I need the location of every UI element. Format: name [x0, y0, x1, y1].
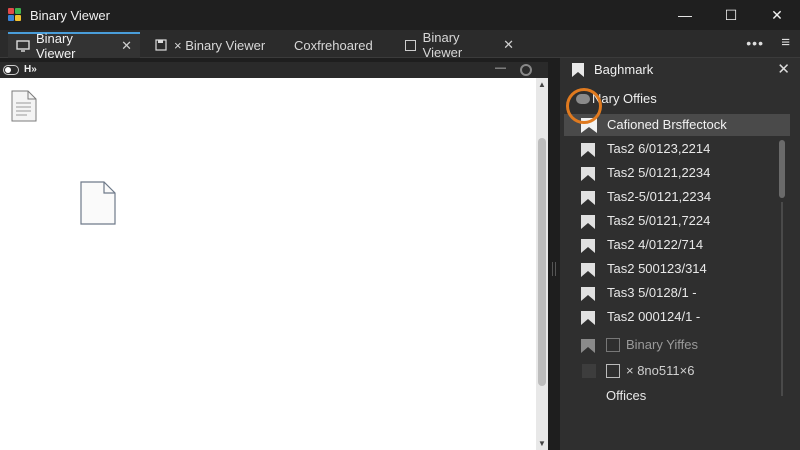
window-title: Binary Viewer — [30, 7, 110, 23]
title-bar: Binary Viewer — ☐ ✕ — [0, 0, 800, 30]
bookmark-icon — [571, 62, 585, 81]
focus-indicator — [566, 88, 602, 124]
tab-label: Binary Viewer — [422, 30, 463, 60]
scroll-thumb[interactable] — [538, 138, 546, 386]
pin-icon[interactable] — [520, 64, 532, 76]
bookmark-label: Tas3 5/0128/1 - — [607, 285, 697, 300]
editor-canvas[interactable] — [0, 78, 536, 450]
tab-bar: Binary Viewer ✕ × Binary Viewer Coxfreho… — [0, 30, 800, 61]
bookmark-icon — [580, 286, 596, 305]
bookmark-label: Tas2 5/0121,7224 — [607, 213, 711, 228]
monitor-icon — [16, 39, 30, 53]
bookmark-checkbox-item[interactable]: × 8no511×6 — [560, 360, 780, 382]
view-toggle[interactable] — [3, 65, 19, 75]
bookmark-icon — [580, 142, 596, 161]
bookmark-label: Tas2 5/0121,2234 — [607, 165, 711, 180]
tab-close-icon[interactable]: ✕ — [503, 37, 514, 53]
bookmark-label: Tas2 4/0122/714 — [607, 237, 704, 252]
bookmark-item[interactable]: Tas2-5/0121,2234 — [560, 186, 780, 208]
pane-splitter[interactable] — [548, 58, 560, 450]
bookmark-checkbox-item[interactable]: Binary Yiffes — [560, 334, 780, 356]
minimize-button[interactable]: — — [662, 0, 708, 30]
bookmark-icon — [580, 166, 596, 185]
bookmark-item[interactable]: Tas2 500123/314 — [560, 258, 780, 280]
offices-label[interactable]: Offices — [606, 388, 646, 403]
editor-toolbar: H» — — [0, 62, 548, 78]
item-checkbox[interactable] — [606, 338, 620, 352]
tab-coxfrehoared[interactable]: Coxfrehoared — [286, 32, 396, 58]
maximize-button[interactable]: ☐ — [708, 0, 754, 30]
bookmark-item[interactable]: Tas2 5/0121,7224 — [560, 210, 780, 232]
bookmark-item[interactable]: Tas2 5/0121,2234 — [560, 162, 780, 184]
file-icon[interactable] — [11, 90, 37, 125]
panel-header: Baghmark ✕ — [560, 58, 800, 82]
bookmark-label: × 8no511×6 — [626, 363, 695, 378]
editor-scrollbar[interactable]: ▲ ▼ — [536, 78, 548, 450]
panel-scroll-track — [781, 202, 783, 396]
bookmark-label: Tas2 000124/1 - — [607, 309, 701, 324]
more-options-icon[interactable]: ••• — [746, 35, 764, 51]
bookmark-icon — [580, 338, 596, 357]
tab-close-icon[interactable]: ✕ — [121, 38, 132, 54]
tab-label: Coxfrehoared — [294, 37, 373, 53]
bookmark-item[interactable]: Tas2 6/0123,2214 — [560, 138, 780, 160]
document-icon[interactable] — [80, 181, 116, 228]
bookmark-label: Tas2 500123/314 — [607, 261, 707, 276]
bookmark-icon — [580, 238, 596, 257]
bookmark-icon — [580, 190, 596, 209]
save-icon — [154, 38, 168, 52]
panel-title: Baghmark — [594, 62, 654, 77]
menu-icon[interactable]: ≡ — [781, 34, 790, 51]
bookmark-item[interactable]: Tas3 5/0128/1 - — [560, 282, 780, 304]
bookmark-item[interactable]: Tas2 000124/1 - — [560, 306, 780, 328]
bookmark-icon — [580, 262, 596, 281]
tab-binary-viewer-1[interactable]: Binary Viewer ✕ — [8, 31, 140, 61]
bookmark-item[interactable]: Tas2 4/0122/714 — [560, 234, 780, 256]
panel-scroll-thumb[interactable] — [779, 140, 785, 198]
splitter-grip[interactable] — [552, 262, 556, 276]
hex-mode-label[interactable]: H» — [24, 64, 37, 75]
bookmark-label: Tas2-5/0121,2234 — [607, 189, 712, 204]
panel-scrollbar[interactable] — [778, 140, 786, 396]
tab-binary-viewer-3[interactable]: Binary Viewer ✕ — [396, 30, 522, 60]
placeholder-icon — [582, 364, 596, 378]
close-window-button[interactable]: ✕ — [754, 0, 800, 30]
bookmark-icon — [580, 310, 596, 329]
selected-bookmark-label: Cafioned Brsffectock — [607, 117, 727, 132]
minimize-pane-button[interactable]: — — [495, 62, 506, 74]
scroll-down-icon[interactable]: ▼ — [538, 439, 546, 448]
close-panel-icon[interactable]: ✕ — [777, 60, 790, 78]
bookmark-panel: Baghmark ✕ Nary Offies Cafioned Brsffect… — [560, 58, 800, 450]
bookmark-icon — [580, 214, 596, 233]
tab-label: × Binary Viewer — [174, 37, 266, 53]
checkbox-icon — [404, 38, 417, 52]
bookmark-label: Tas2 6/0123,2214 — [607, 141, 711, 156]
scroll-up-icon[interactable]: ▲ — [538, 80, 546, 89]
tab-binary-viewer-2[interactable]: × Binary Viewer — [146, 32, 282, 58]
item-checkbox[interactable] — [606, 364, 620, 378]
tab-label: Binary Viewer — [36, 31, 76, 61]
app-icon — [8, 8, 22, 22]
bookmark-label: Binary Yiffes — [626, 337, 699, 352]
